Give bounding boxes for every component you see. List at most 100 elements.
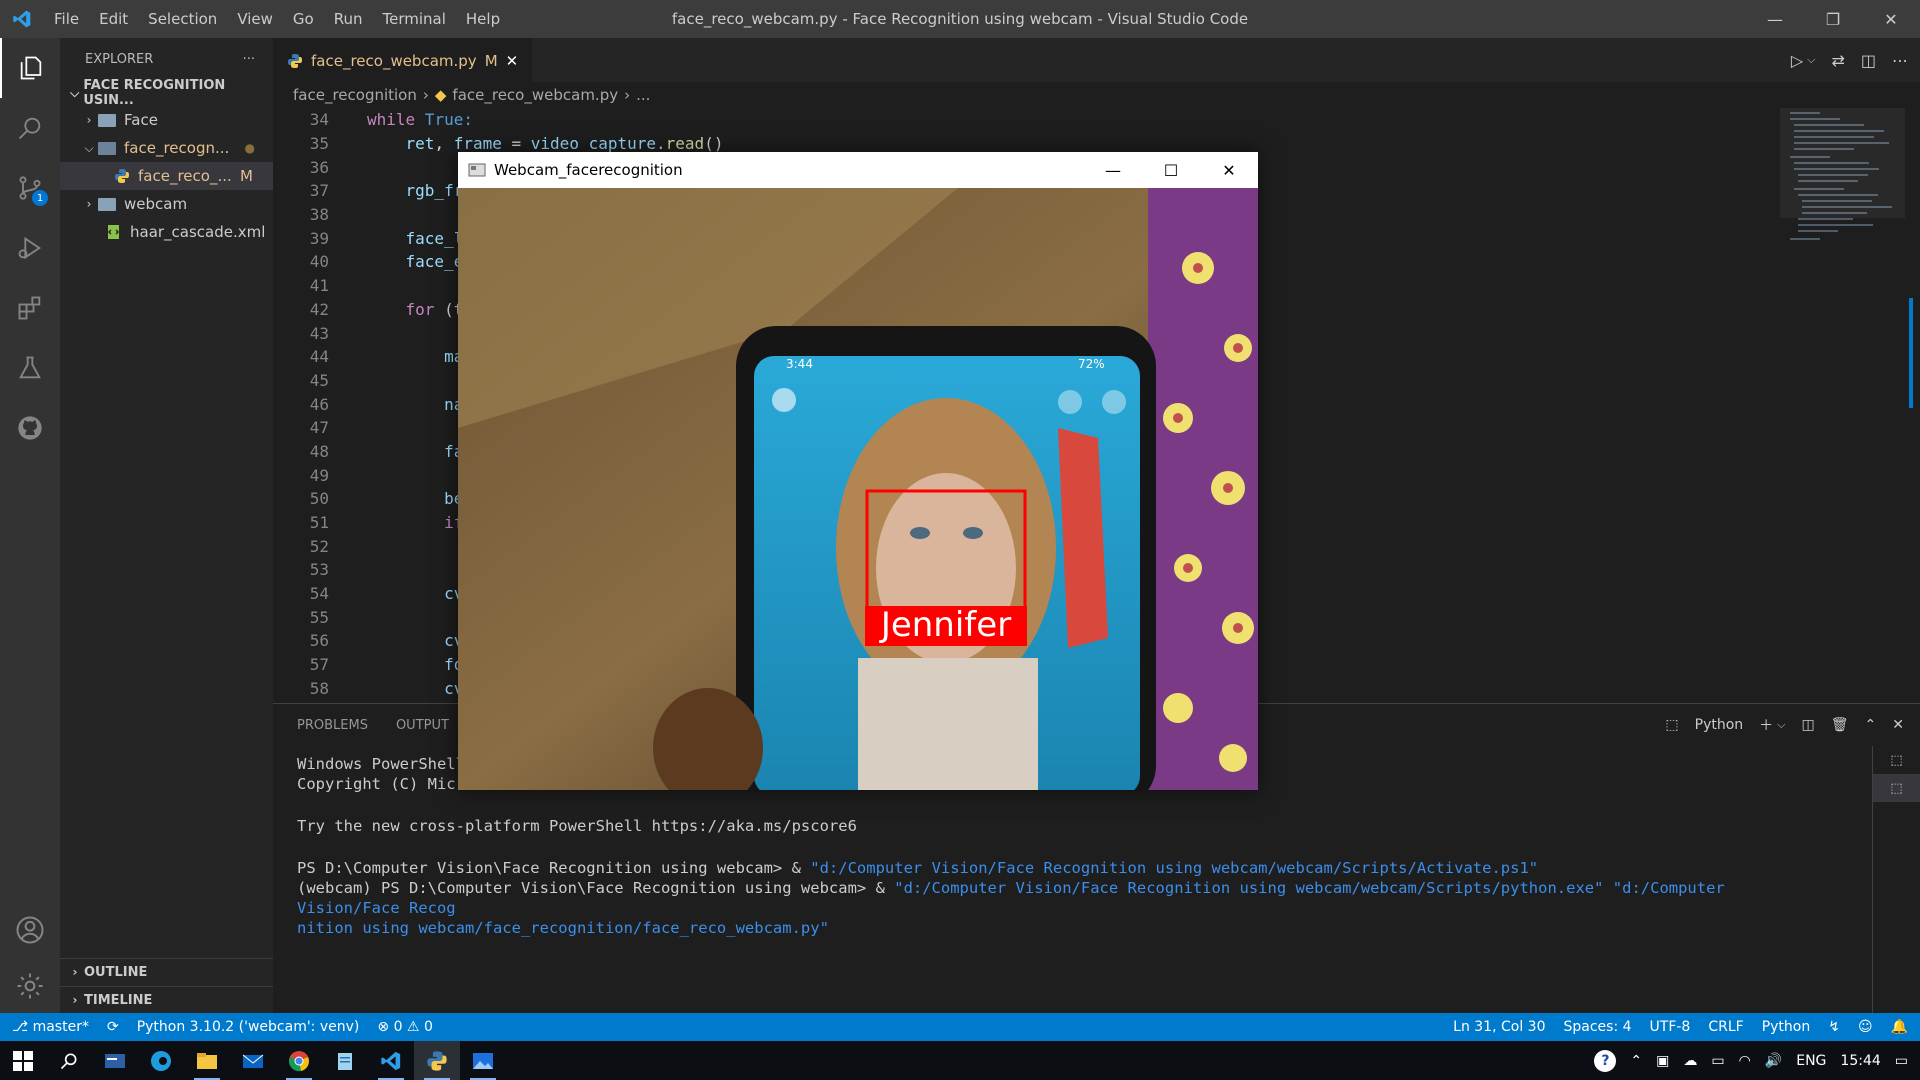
extensions-icon[interactable] — [0, 278, 60, 338]
chevron-up-icon[interactable]: ⌃ — [1630, 1053, 1642, 1069]
edge-icon[interactable] — [138, 1041, 184, 1080]
input-language[interactable]: ENG — [1796, 1053, 1826, 1069]
terminal-app-icon[interactable] — [92, 1041, 138, 1080]
line-number: 49 — [309, 465, 329, 485]
search-icon[interactable] — [0, 98, 60, 158]
maximize-panel-icon[interactable]: ⌃ — [1865, 717, 1877, 733]
menu-file[interactable]: File — [44, 10, 89, 28]
code-line[interactable]: 34 while True: — [273, 108, 1773, 132]
workspace-section[interactable]: ⌵ FACE RECOGNITION USIN... — [60, 78, 273, 108]
notification-center-icon[interactable]: ▭ — [1895, 1053, 1908, 1069]
feedback-icon[interactable]: ☺ — [1858, 1019, 1873, 1035]
terminal-name[interactable]: Python — [1695, 717, 1744, 733]
tab-problems[interactable]: PROBLEMS — [297, 718, 368, 733]
language-mode[interactable]: Python — [1762, 1019, 1811, 1035]
split-editor-icon[interactable]: ◫ — [1861, 51, 1876, 70]
interpreter-selector[interactable]: Python 3.10.2 ('webcam': venv) — [137, 1019, 360, 1035]
split-terminal-icon[interactable]: ◫ — [1802, 717, 1815, 733]
run-debug-icon[interactable] — [0, 218, 60, 278]
explorer-icon[interactable] — [0, 38, 60, 98]
webcam-window-titlebar[interactable]: Webcam_facerecognition — ☐ ✕ — [458, 152, 1258, 188]
menu-run[interactable]: Run — [324, 10, 373, 28]
clock[interactable]: 15:44 — [1840, 1053, 1880, 1069]
volume-icon[interactable]: 🔊 — [1765, 1053, 1782, 1069]
menu-terminal[interactable]: Terminal — [373, 10, 456, 28]
onedrive-cloud-icon[interactable]: ☁ — [1683, 1053, 1697, 1069]
meet-icon[interactable]: ▣ — [1656, 1053, 1669, 1069]
minimize-icon[interactable]: — — [1084, 152, 1142, 188]
end-of-line[interactable]: CRLF — [1708, 1019, 1743, 1035]
terminal-instance-icon[interactable]: ⬚ — [1873, 746, 1920, 774]
battery-icon[interactable]: ▭ — [1711, 1053, 1724, 1069]
maximize-icon[interactable]: ☐ — [1142, 152, 1200, 188]
account-icon[interactable] — [0, 900, 60, 960]
menu-view[interactable]: View — [227, 10, 283, 28]
close-icon[interactable]: ✕ — [1200, 152, 1258, 188]
notifications-bell-icon[interactable]: 🔔 — [1891, 1019, 1908, 1035]
help-icon[interactable]: ? — [1594, 1049, 1617, 1072]
menu-edit[interactable]: Edit — [89, 10, 138, 28]
timeline-section[interactable]: › TIMELINE — [60, 986, 273, 1013]
minimize-icon[interactable]: — — [1746, 0, 1804, 38]
settings-gear-icon[interactable] — [0, 956, 60, 1016]
kill-terminal-icon[interactable]: 🗑 — [1831, 717, 1849, 733]
sync-icon[interactable]: ⟳ — [107, 1019, 119, 1035]
close-icon[interactable]: ✕ — [1862, 0, 1920, 38]
more-actions-icon[interactable]: ⋯ — [1892, 51, 1908, 70]
line-number: 56 — [309, 631, 329, 651]
source-control-icon[interactable]: 1 — [0, 158, 60, 218]
breadcrumb-file[interactable]: face_reco_webcam.py — [452, 86, 618, 104]
code-token: while — [367, 110, 416, 130]
notepad-icon[interactable] — [322, 1041, 368, 1080]
line-number: 41 — [309, 276, 329, 296]
editor-scrollbar[interactable] — [1905, 108, 1920, 702]
line-number: 39 — [309, 228, 329, 248]
live-share-icon[interactable]: ↯ — [1828, 1019, 1840, 1035]
mail-icon[interactable] — [230, 1041, 276, 1080]
problems-indicator[interactable]: ⊗ 0 ⚠ 0 — [377, 1019, 432, 1035]
tab-output[interactable]: OUTPUT — [396, 718, 449, 733]
wifi-icon[interactable]: ◠ — [1739, 1053, 1751, 1069]
tab-face-reco-webcam[interactable]: face_reco_webcam.py M ✕ — [273, 38, 533, 82]
tree-item-face[interactable]: › Face — [60, 106, 273, 134]
branch-item[interactable]: ⎇ master* — [12, 1019, 89, 1035]
terminal-instance-icon[interactable]: ⬚ — [1873, 774, 1920, 802]
tree-item-face-recognition[interactable]: ⌵ face_recogn... ● — [60, 134, 273, 162]
tree-item-webcam[interactable]: › webcam — [60, 190, 273, 218]
run-file-icon[interactable]: ▷ — [1791, 51, 1803, 70]
github-icon[interactable] — [0, 398, 60, 458]
line-number: 35 — [309, 134, 329, 154]
cursor-position[interactable]: Ln 31, Col 30 — [1453, 1019, 1545, 1035]
menu-go[interactable]: Go — [283, 10, 324, 28]
chrome-icon[interactable] — [276, 1041, 322, 1080]
breadcrumb-symbol[interactable]: ... — [636, 86, 650, 104]
restore-icon[interactable]: ❐ — [1804, 0, 1862, 38]
code-token: ret — [405, 134, 435, 154]
terminal-dropdown-icon[interactable]: ⌵ — [1777, 718, 1785, 732]
testing-icon[interactable] — [0, 338, 60, 398]
python-icon[interactable] — [414, 1041, 460, 1080]
windows-start-icon[interactable] — [0, 1041, 46, 1080]
search-icon[interactable] — [46, 1041, 92, 1080]
more-actions-icon[interactable]: ··· — [243, 52, 255, 67]
indentation[interactable]: Spaces: 4 — [1563, 1019, 1631, 1035]
menu-help[interactable]: Help — [456, 10, 510, 28]
encoding[interactable]: UTF-8 — [1650, 1019, 1691, 1035]
minimap[interactable] — [1780, 108, 1905, 702]
new-terminal-icon[interactable]: ＋ — [1759, 715, 1773, 735]
run-dropdown-icon[interactable]: ⌵ — [1807, 53, 1815, 67]
breadcrumb-folder[interactable]: face_recognition — [293, 86, 417, 104]
webcam-window[interactable]: Webcam_facerecognition — ☐ ✕ 3:44 72% Je… — [458, 152, 1258, 790]
compare-changes-icon[interactable]: ⇄ — [1831, 51, 1844, 70]
vscode-icon[interactable] — [368, 1041, 414, 1080]
menu-selection[interactable]: Selection — [138, 10, 227, 28]
modified-badge: M — [240, 167, 253, 185]
photos-icon[interactable] — [460, 1041, 506, 1080]
tab-close-icon[interactable]: ✕ — [506, 52, 519, 70]
tree-item-face-reco-webcam[interactable]: face_reco_... M — [60, 162, 273, 190]
file-explorer-icon[interactable] — [184, 1041, 230, 1080]
close-panel-icon[interactable]: ✕ — [1892, 717, 1904, 733]
outline-section[interactable]: › OUTLINE — [60, 958, 273, 985]
tree-item-haar-cascade[interactable]: haar_cascade.xml — [60, 218, 273, 246]
